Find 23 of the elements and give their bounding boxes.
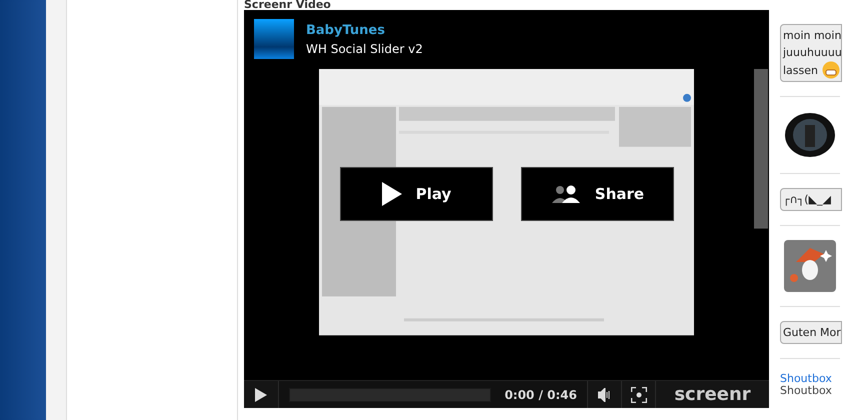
fullscreen-icon (630, 386, 646, 403)
volume-button[interactable] (588, 381, 622, 408)
shoutbox-link[interactable]: Shoutbox (780, 385, 832, 397)
avatar-icon (784, 111, 836, 159)
jester-avatar-icon (784, 240, 836, 292)
time-display: 0:00 / 0:46 (504, 388, 577, 402)
shout-message: ┌∩┐(◣_◢ (780, 188, 842, 211)
brand-logo[interactable]: screenr (656, 381, 769, 408)
fullscreen-button[interactable] (622, 381, 656, 408)
shoutbox-link[interactable]: Shoutbox (780, 373, 832, 385)
section-title: Screenr Video (244, 0, 332, 10)
play-button[interactable]: Play (340, 166, 493, 221)
channel-link[interactable]: BabyTunes (306, 22, 423, 38)
share-button[interactable]: Share (521, 166, 674, 221)
video-title: WH Social Slider v2 (306, 42, 423, 56)
play-icon (255, 388, 267, 402)
channel-thumbnail (254, 19, 294, 60)
play-button[interactable] (244, 381, 279, 408)
shout-message: Guten Mor (780, 321, 842, 344)
play-icon (382, 182, 402, 206)
people-icon (550, 184, 581, 203)
speaker-icon (598, 388, 612, 402)
shout-message: moin moin juuuhuuuu lassen (780, 24, 842, 82)
